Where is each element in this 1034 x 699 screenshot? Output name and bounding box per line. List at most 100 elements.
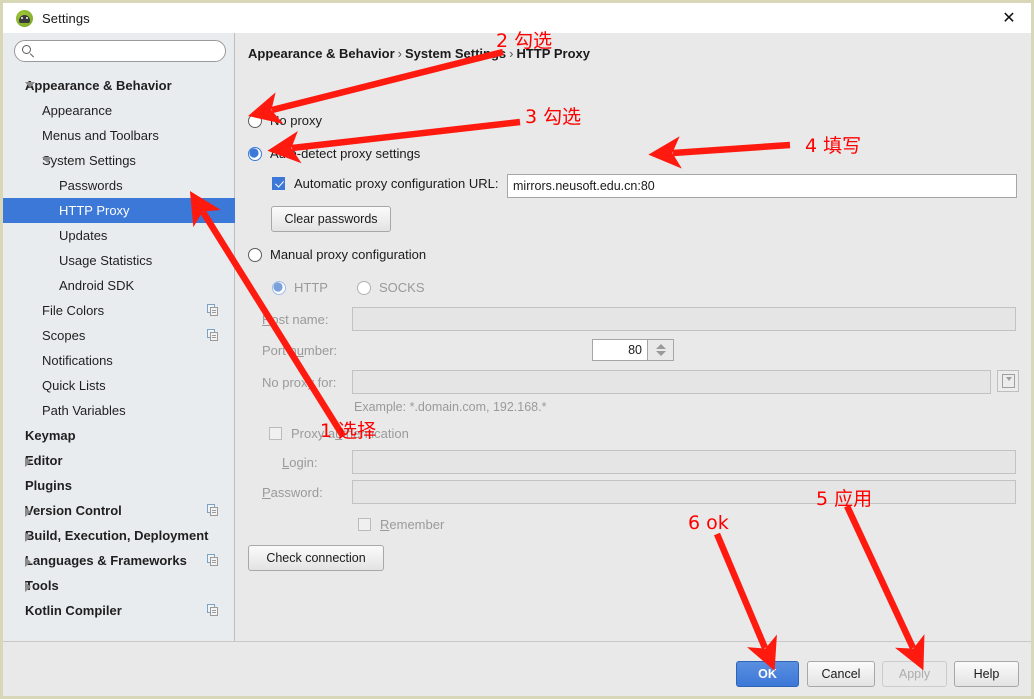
host-name-label-text: ost name: <box>271 312 329 327</box>
chevron-down-icon[interactable] <box>42 157 52 163</box>
password-input[interactable] <box>352 480 1016 504</box>
socks-protocol-row[interactable]: SOCKS <box>357 280 425 295</box>
sidebar-item-label: Passwords <box>59 178 123 193</box>
sidebar-item-label: Usage Statistics <box>59 253 153 268</box>
clear-passwords-button[interactable]: Clear passwords <box>271 206 391 232</box>
sidebar-item-version-control[interactable]: Version Control <box>3 498 235 523</box>
copy-settings-icon[interactable] <box>207 554 219 566</box>
sidebar: Appearance & Behavior Appearance Menus and… <box>3 33 235 641</box>
annotation-label-anno-6: 6 ok <box>688 512 729 534</box>
http-protocol-row[interactable]: HTTP <box>272 280 328 295</box>
sidebar-item-updates[interactable]: Updates <box>3 223 235 248</box>
auto-config-url-input[interactable] <box>507 174 1017 198</box>
manual-proxy-radio[interactable] <box>248 247 262 262</box>
auto-config-url-row[interactable]: Automatic proxy configuration URL: <box>272 176 498 191</box>
auto-detect-row[interactable]: Auto-detect proxy settings <box>248 146 420 161</box>
sidebar-item-label: Menus and Toolbars <box>42 128 159 143</box>
auto-detect-label: Auto-detect proxy settings <box>270 146 421 161</box>
host-name-label: Host name: <box>262 312 329 327</box>
sidebar-item-label: Keymap <box>25 428 76 443</box>
sidebar-item-menus-and-toolbars[interactable]: Menus and Toolbars <box>3 123 235 148</box>
sidebar-item-label: Appearance & Behavior <box>25 78 172 93</box>
sidebar-item-label: Quick Lists <box>42 378 106 393</box>
sidebar-item-appearance-behavior[interactable]: Appearance & Behavior <box>3 73 235 98</box>
port-number-input[interactable] <box>592 339 648 361</box>
sidebar-item-http-proxy[interactable]: HTTP Proxy <box>3 198 235 223</box>
sidebar-item-editor[interactable]: Editor <box>3 448 235 473</box>
search-wrapper <box>14 40 226 62</box>
search-input[interactable] <box>41 41 219 61</box>
sidebar-item-label: Plugins <box>25 478 72 493</box>
sidebar-item-build-execution-deployment[interactable]: Build, Execution, Deployment <box>3 523 235 548</box>
http-protocol-radio[interactable] <box>272 280 286 295</box>
annotation-label-anno-3: 3 勾选 <box>525 106 582 128</box>
sidebar-item-scopes[interactable]: Scopes <box>3 323 235 348</box>
sidebar-item-label: Kotlin Compiler <box>25 603 122 618</box>
sidebar-item-label: System Settings <box>42 153 136 168</box>
help-button[interactable]: Help <box>954 661 1019 687</box>
auto-detect-radio[interactable] <box>248 146 262 161</box>
port-number-stepper[interactable] <box>648 339 674 361</box>
sidebar-item-label: File Colors <box>42 303 105 318</box>
remember-label: Remember <box>380 517 445 532</box>
manual-proxy-row[interactable]: Manual proxy configuration <box>248 247 426 262</box>
copy-settings-icon[interactable] <box>207 504 219 516</box>
auto-config-url-checkbox[interactable] <box>272 177 285 190</box>
chevron-down-icon[interactable] <box>25 82 35 88</box>
sidebar-item-file-colors[interactable]: File Colors <box>3 298 235 323</box>
sidebar-item-keymap[interactable]: Keymap <box>3 423 235 448</box>
no-proxy-label: No proxy <box>270 113 323 128</box>
no-proxy-for-browse-icon[interactable] <box>997 370 1019 392</box>
cancel-button[interactable]: Cancel <box>807 661 875 687</box>
copy-settings-icon[interactable] <box>207 304 219 316</box>
login-label: Login: <box>282 455 318 470</box>
breadcrumb-part-1[interactable]: Appearance & Behavior <box>248 46 395 61</box>
sidebar-item-label: HTTP Proxy <box>59 203 130 218</box>
dialog-body: Appearance & Behavior Appearance Menus and… <box>3 33 1031 641</box>
ok-button[interactable]: OK <box>736 661 799 687</box>
close-icon[interactable]: ✕ <box>987 3 1031 33</box>
sidebar-item-kotlin-compiler[interactable]: Kotlin Compiler <box>3 598 235 623</box>
copy-settings-icon[interactable] <box>207 329 219 341</box>
no-proxy-radio[interactable] <box>248 113 262 128</box>
socks-protocol-radio[interactable] <box>357 280 371 295</box>
no-proxy-row[interactable]: No proxy <box>248 113 322 128</box>
sidebar-item-label: Path Variables <box>42 403 126 418</box>
sidebar-item-path-variables[interactable]: Path Variables <box>3 398 235 423</box>
chevron-right-icon[interactable] <box>25 457 31 467</box>
annotation-label-anno-1: 1 选择 <box>320 420 377 442</box>
sidebar-item-appearance[interactable]: Appearance <box>3 98 235 123</box>
breadcrumb-part-2[interactable]: System Settings <box>405 46 506 61</box>
sidebar-item-passwords[interactable]: Passwords <box>3 173 235 198</box>
sidebar-item-system-settings[interactable]: System Settings <box>3 148 235 173</box>
port-number-label: Port number: <box>262 343 338 358</box>
chevron-right-icon[interactable] <box>25 532 31 542</box>
no-proxy-for-label: No proxy for: <box>262 375 337 390</box>
sidebar-item-android-sdk[interactable]: Android SDK <box>3 273 235 298</box>
remember-checkbox[interactable] <box>358 518 371 531</box>
sidebar-item-label: Updates <box>59 228 108 243</box>
chevron-right-icon[interactable] <box>25 557 31 567</box>
sidebar-item-languages-frameworks[interactable]: Languages & Frameworks <box>3 548 235 573</box>
remember-row[interactable]: Remember <box>358 517 444 532</box>
proxy-auth-checkbox[interactable] <box>269 427 282 440</box>
stepper-down-icon <box>656 351 666 356</box>
chevron-right-icon[interactable] <box>25 582 31 592</box>
no-proxy-for-input[interactable] <box>352 370 991 394</box>
copy-settings-icon[interactable] <box>207 604 219 616</box>
main-panel: Appearance & Behavior › System Settings › HT… <box>236 33 1031 641</box>
chevron-right-icon[interactable] <box>25 507 31 517</box>
sidebar-item-notifications[interactable]: Notifications <box>3 348 235 373</box>
login-input[interactable] <box>352 450 1016 474</box>
port-number-label-text: Port n <box>262 343 297 358</box>
sidebar-item-usage-statistics[interactable]: Usage Statistics <box>3 248 235 273</box>
password-label: Password: <box>262 485 323 500</box>
check-connection-button[interactable]: Check connection <box>248 545 384 571</box>
sidebar-item-quick-lists[interactable]: Quick Lists <box>3 373 235 398</box>
host-name-input[interactable] <box>352 307 1016 331</box>
sidebar-item-plugins[interactable]: Plugins <box>3 473 235 498</box>
sidebar-item-label: Languages & Frameworks <box>25 553 187 568</box>
search-box[interactable] <box>14 40 226 62</box>
auto-config-url-label: Automatic proxy configuration URL: <box>294 176 499 191</box>
sidebar-item-tools[interactable]: Tools <box>3 573 235 598</box>
